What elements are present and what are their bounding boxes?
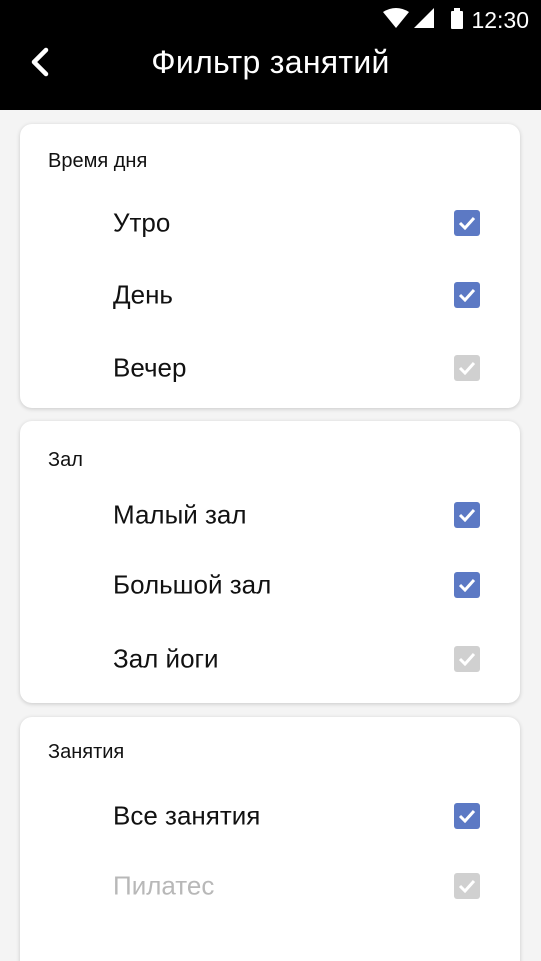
status-time: 12:30: [471, 7, 529, 33]
section-title: Занятия: [48, 741, 125, 763]
section-title: Зал: [48, 449, 83, 471]
section-title: Время дня: [48, 150, 148, 172]
checkbox[interactable]: [454, 210, 480, 236]
check-icon: [458, 652, 476, 666]
app-bar: 12:30 Фильтр занятий: [0, 0, 541, 110]
filter-row-big-hall[interactable]: Большой зал: [20, 557, 520, 613]
check-icon: [458, 288, 476, 302]
filter-row-all-classes[interactable]: Все занятия: [20, 788, 520, 844]
filter-row-yoga-hall[interactable]: Зал йоги: [20, 631, 520, 687]
checkbox[interactable]: [454, 803, 480, 829]
checkbox-disabled: [454, 646, 480, 672]
filter-row-evening[interactable]: Вечер: [20, 340, 520, 396]
filter-label: Утро: [113, 207, 171, 238]
filter-row-day[interactable]: День: [20, 267, 520, 323]
checkbox-disabled: [454, 355, 480, 381]
filter-row-morning[interactable]: Утро: [20, 195, 520, 251]
filter-screen: 12:30 Фильтр занятий Время дня Утро День…: [0, 0, 541, 961]
checkbox-disabled: [454, 873, 480, 899]
section-hall: Зал Малый зал Большой зал Зал йоги: [20, 421, 520, 703]
check-icon: [458, 361, 476, 375]
check-icon: [458, 508, 476, 522]
status-icons: [383, 8, 463, 29]
section-time-of-day: Время дня Утро День Вечер: [20, 124, 520, 408]
battery-icon: [451, 8, 463, 29]
check-icon: [458, 879, 476, 893]
checkbox[interactable]: [454, 572, 480, 598]
filter-row-pilates[interactable]: Пилатес: [20, 858, 520, 914]
filter-label: Пилатес: [113, 870, 215, 901]
filter-label: День: [113, 279, 173, 310]
filter-label: Малый зал: [113, 499, 247, 530]
signal-icon: [414, 8, 434, 28]
page-title: Фильтр занятий: [151, 44, 390, 80]
filter-label: Все занятия: [113, 800, 261, 831]
check-icon: [458, 216, 476, 230]
checkbox[interactable]: [454, 502, 480, 528]
check-icon: [458, 578, 476, 592]
filter-label: Зал йоги: [113, 643, 219, 674]
check-icon: [458, 809, 476, 823]
filter-label: Вечер: [113, 352, 187, 383]
filter-row-small-hall[interactable]: Малый зал: [20, 487, 520, 543]
filter-label: Большой зал: [113, 569, 272, 600]
section-classes: Занятия Все занятия Пилатес: [20, 717, 520, 961]
checkbox[interactable]: [454, 282, 480, 308]
wifi-icon: [383, 8, 409, 28]
